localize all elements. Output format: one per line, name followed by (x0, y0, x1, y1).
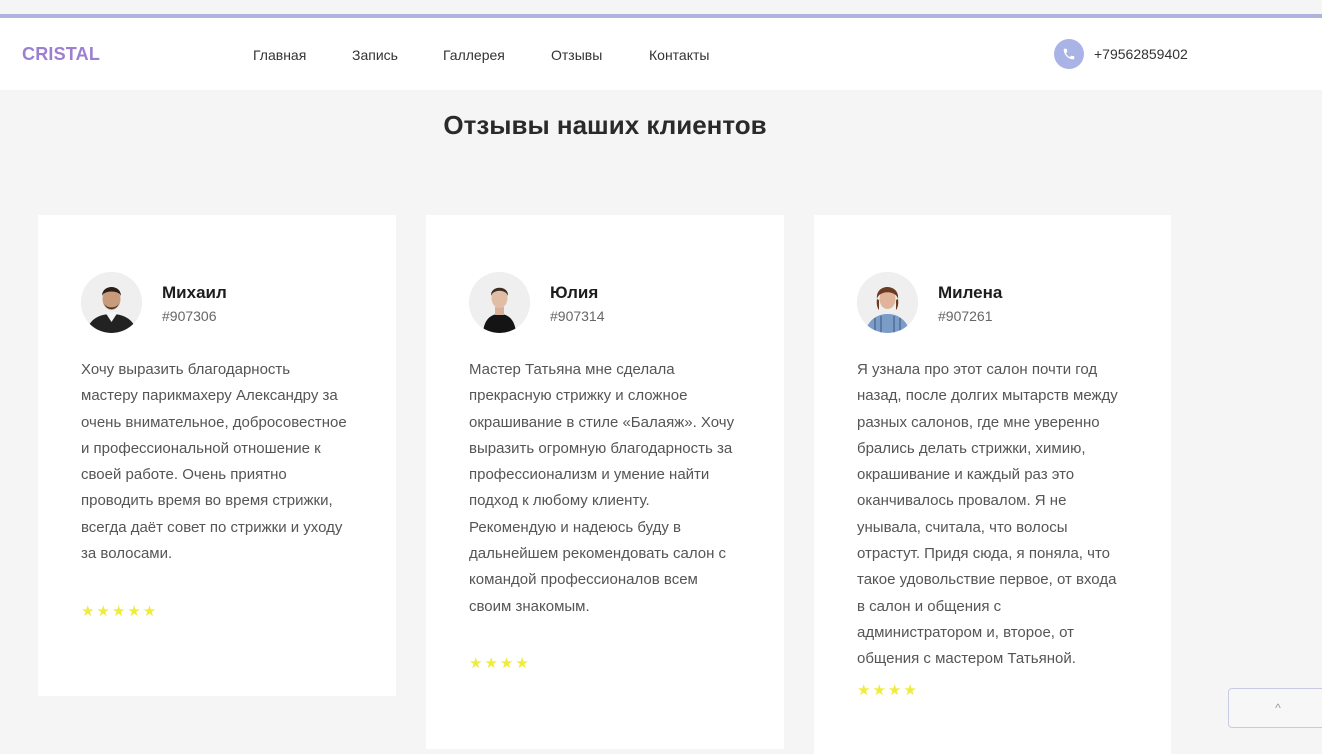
rating-stars: ★★★★ (857, 682, 919, 699)
nav-link-contacts[interactable]: Контакты (649, 47, 709, 63)
avatar (857, 272, 918, 333)
avatar (469, 272, 530, 333)
page-title: Отзывы наших клиентов (443, 110, 767, 140)
reviewer-code: #907261 (938, 308, 993, 324)
review-text: Мастер Татьяна мне сделала прекрасную ст… (469, 361, 735, 615)
scroll-to-top-button[interactable]: ^ (1228, 688, 1322, 728)
nav-link-reviews[interactable]: Отзывы (551, 47, 602, 63)
review-card: Михаил #907306 Хочу выразить благодарнос… (38, 215, 396, 696)
review-card: Милена #907261 Я узнала про этот салон п… (814, 215, 1171, 754)
reviewer-name: Михаил (162, 283, 227, 302)
rating-stars: ★★★★★ (81, 603, 159, 620)
reviewer-name: Милена (938, 283, 1003, 302)
nav-link-gallery[interactable]: Галлерея (443, 47, 505, 63)
phone-number[interactable]: +79562859402 (1094, 46, 1188, 62)
nav-link-home[interactable]: Главная (253, 47, 306, 63)
reviewer-code: #907314 (550, 308, 605, 324)
phone-icon[interactable] (1054, 39, 1084, 69)
reviewer-code: #907306 (162, 308, 217, 324)
site-header: CRISTAL Главная Запись Галлерея Отзывы К… (0, 18, 1322, 90)
review-card: Юлия #907314 Мастер Татьяна мне сделала … (426, 215, 784, 749)
chevron-up-icon: ^ (1275, 701, 1281, 715)
rating-stars: ★★★★ (469, 655, 531, 672)
nav-link-booking[interactable]: Запись (352, 47, 398, 63)
avatar (81, 272, 142, 333)
review-text: Хочу выразить благодарность мастеру пари… (81, 361, 347, 563)
review-text: Я узнала про этот салон почти год назад,… (857, 361, 1118, 668)
logo[interactable]: CRISTAL (22, 44, 100, 65)
reviewer-name: Юлия (550, 283, 599, 302)
